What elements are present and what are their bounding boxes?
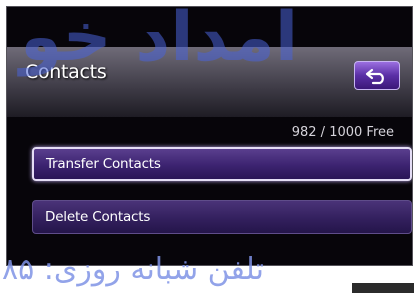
free-count-label: 982 / 1000 Free: [291, 125, 394, 140]
transfer-contacts-button[interactable]: Transfer Contacts: [32, 147, 412, 181]
back-button[interactable]: [354, 61, 400, 90]
watermark-code-strip: [352, 283, 414, 293]
delete-contacts-button[interactable]: Delete Contacts: [32, 200, 412, 234]
phone-watermark: تلفن شبانه روزی: ۸۵: [2, 252, 264, 287]
page: Contacts 982 / 1000 Free Transfer Contac…: [0, 0, 420, 293]
delete-contacts-label: Delete Contacts: [45, 209, 151, 225]
transfer-contacts-label: Transfer Contacts: [46, 156, 161, 172]
brand-watermark: امداد خو: [20, 0, 299, 77]
back-arrow-icon: [365, 68, 384, 84]
